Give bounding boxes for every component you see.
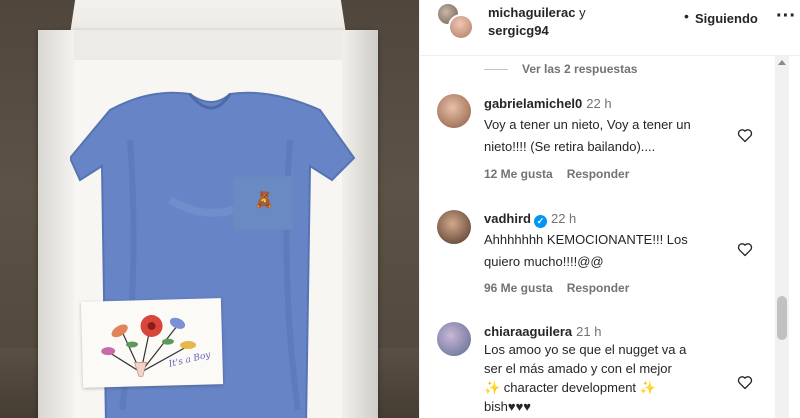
more-options-icon[interactable]: ··· — [776, 5, 796, 28]
heart-outline-icon[interactable] — [737, 128, 753, 143]
heart-outline-icon[interactable] — [737, 375, 753, 390]
comment-text-line: bish♥♥♥ — [484, 399, 532, 414]
comment-text-line: Voy a tener un nieto, Voy a tener un — [484, 117, 691, 132]
reply-button[interactable]: Responder — [567, 281, 630, 295]
post-header: michaguilerac y sergicg94 • Siguiendo ··… — [420, 0, 800, 56]
author-2-avatar[interactable] — [448, 14, 474, 40]
post-photo[interactable]: 🧸 It's a Boy — [0, 0, 419, 418]
comment-header: vadhird ✓ 22 h — [484, 211, 576, 228]
comment-avatar[interactable] — [437, 94, 471, 128]
replies-line — [484, 68, 508, 70]
comment-avatar[interactable] — [437, 210, 471, 244]
comment-username[interactable]: chiaraaguilera — [484, 324, 572, 339]
comment-avatar[interactable] — [437, 322, 471, 356]
comment-actions: 96 Me gusta Responder — [484, 281, 643, 295]
comment-likes[interactable]: 96 Me gusta — [484, 281, 553, 295]
comment-time[interactable]: 22 h — [551, 211, 576, 226]
post-viewer: 🧸 It's a Boy michaguilerac y sergicg94 •… — [0, 0, 800, 418]
comment-text-line: ✨ character development ✨ — [484, 380, 656, 395]
comment-time[interactable]: 22 h — [586, 96, 611, 111]
comment-text: Ahhhhhhh KEMOCIONANTE!!! Los quiero much… — [484, 229, 742, 273]
bear-logo-icon: 🧸 — [254, 192, 274, 209]
comment-time[interactable]: 21 h — [576, 324, 601, 339]
scrollbar-thumb[interactable] — [777, 296, 787, 340]
view-replies-link[interactable]: Ver las 2 respuestas — [522, 62, 637, 76]
comment-text-line: Ahhhhhhh KEMOCIONANTE!!! Los — [484, 232, 688, 247]
author-2-link[interactable]: sergicg94 — [488, 23, 549, 38]
heart-outline-icon[interactable] — [737, 242, 753, 257]
comment-header: chiaraaguilera 21 h — [484, 324, 601, 339]
comment-text-line: nieto!!!! (Se retira bailando).... — [484, 139, 656, 154]
comments-scrollbar[interactable] — [775, 56, 789, 418]
scroll-up-arrow-icon[interactable] — [778, 60, 786, 65]
comment-text: Los amoo yo se que el nugget va a ser el… — [484, 340, 742, 416]
view-replies[interactable]: Ver las 2 respuestas — [484, 60, 637, 78]
comment-username[interactable]: gabrielamichel0 — [484, 96, 582, 111]
post-authors: michaguilerac y sergicg94 — [488, 4, 586, 40]
reply-button[interactable]: Responder — [567, 167, 630, 181]
authors-conjunction: y — [579, 5, 586, 20]
comment-username[interactable]: vadhird — [484, 211, 531, 226]
its-a-boy-card: It's a Boy — [80, 298, 224, 388]
comment-text-line: ser el más amado y con el mejor — [484, 361, 672, 376]
comment-text-line: Los amoo yo se que el nugget va a — [484, 342, 687, 357]
comments-panel: michaguilerac y sergicg94 • Siguiendo ··… — [419, 0, 800, 418]
comment-actions: 12 Me gusta Responder — [484, 167, 643, 181]
flower-bouquet-illustration — [101, 315, 197, 377]
separator-dot: • — [684, 8, 689, 24]
author-avatars[interactable] — [436, 2, 476, 44]
author-1-link[interactable]: michaguilerac — [488, 5, 575, 20]
comment-text-line: quiero mucho!!!!@@ — [484, 254, 604, 269]
comment-header: gabrielamichel0 22 h — [484, 96, 612, 111]
comment-likes[interactable]: 12 Me gusta — [484, 167, 553, 181]
gift-box-left-wall — [38, 30, 74, 418]
comment-text: Voy a tener un nieto, Voy a tener un nie… — [484, 114, 742, 158]
verified-badge-icon: ✓ — [533, 215, 547, 228]
following-button[interactable]: Siguiendo — [695, 11, 758, 26]
